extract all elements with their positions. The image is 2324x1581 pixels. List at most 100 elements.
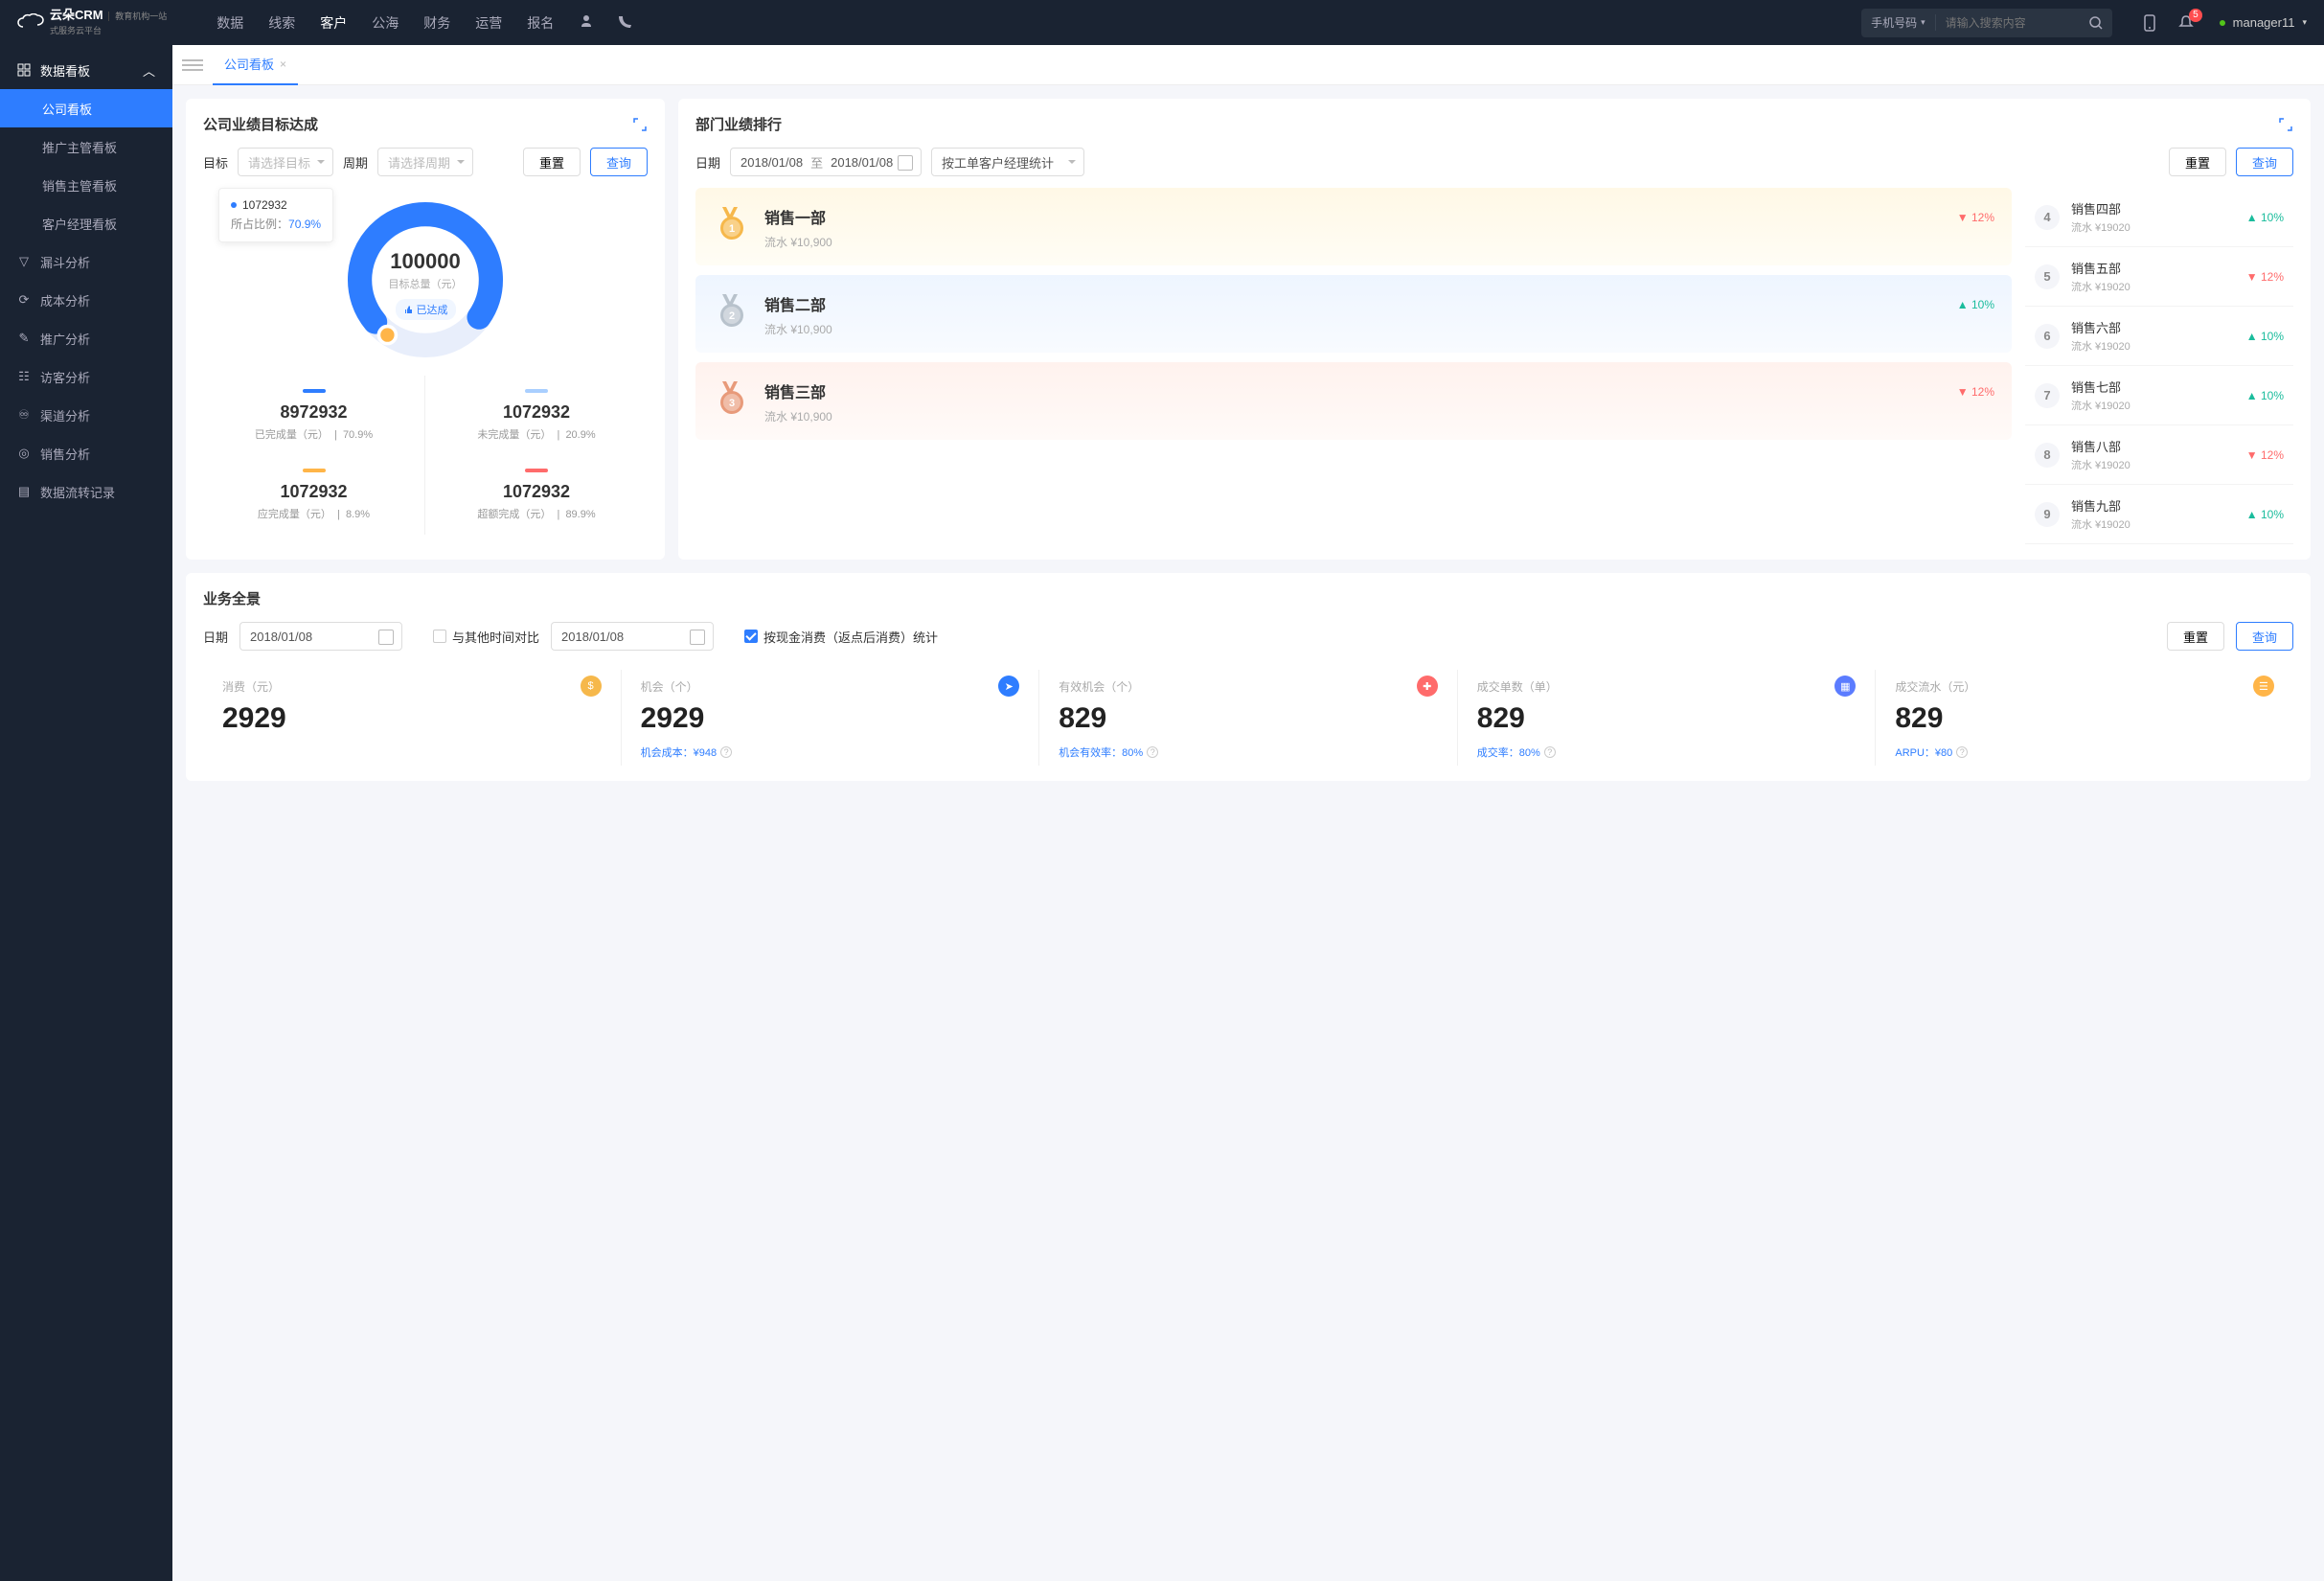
- search-type-select[interactable]: 手机号码▾: [1861, 14, 1936, 31]
- top-nav: 数据 线索 客户 公海 财务 运营 报名: [216, 13, 634, 33]
- help-icon[interactable]: ?: [720, 746, 732, 758]
- sidebar-group-dashboard[interactable]: 数据看板 ︿: [0, 51, 172, 89]
- achieved-tag: 已达成: [396, 299, 456, 320]
- topnav-item[interactable]: 公海: [372, 13, 399, 33]
- help-icon[interactable]: ?: [1956, 746, 1968, 758]
- sidebar-icon: ▤: [17, 485, 31, 498]
- podium-item[interactable]: 2销售二部流水 ¥10,900▲ 10%: [695, 275, 2012, 353]
- metric-item: 有效机会（个）✚829机会有效率：80% ?: [1039, 670, 1458, 766]
- overview-query-button[interactable]: 查询: [2236, 622, 2293, 651]
- overview-reset-button[interactable]: 重置: [2167, 622, 2224, 651]
- sidebar-item[interactable]: ☷访客分析: [0, 357, 172, 396]
- target-select[interactable]: 请选择目标: [238, 148, 333, 176]
- rank-reset-button[interactable]: 重置: [2169, 148, 2226, 176]
- chevron-up-icon: ︿: [143, 61, 155, 80]
- sidebar-item[interactable]: ◎销售分析: [0, 434, 172, 472]
- call-icon[interactable]: [619, 13, 634, 33]
- user-icon[interactable]: [579, 13, 594, 33]
- sidebar-icon: ✎: [17, 332, 31, 345]
- metric-item: 成交单数（单）▦829成交率：80% ?: [1458, 670, 1877, 766]
- user-menu[interactable]: manager11 ▾: [2220, 15, 2307, 30]
- metric-icon: ☰: [2253, 676, 2274, 697]
- goal-card: 公司业绩目标达成 目标 请选择目标 周期 请选择周期 重置 查询: [186, 99, 665, 560]
- goal-stat: 1072932应完成量（元） | 8.9%: [203, 455, 425, 535]
- podium-item[interactable]: 1销售一部流水 ¥10,900▼ 12%: [695, 188, 2012, 265]
- expand-icon[interactable]: [632, 117, 648, 132]
- logo-icon: [17, 13, 44, 33]
- compare-checkbox[interactable]: 与其他时间对比: [433, 628, 539, 646]
- sidebar-item[interactable]: ▤数据流转记录: [0, 472, 172, 511]
- rank-date-range[interactable]: 2018/01/08 至 2018/01/08: [730, 148, 922, 176]
- metric-icon: ▦: [1834, 676, 1856, 697]
- metric-item: 成交流水（元）☰829ARPU：¥80 ?: [1876, 670, 2293, 766]
- topnav-item[interactable]: 运营: [475, 13, 502, 33]
- metric-icon: $: [581, 676, 602, 697]
- thumbs-up-icon: [403, 305, 413, 314]
- topnav-item[interactable]: 客户: [320, 13, 347, 33]
- search-input[interactable]: [1936, 16, 2080, 30]
- metric-item: 机会（个）➤2929机会成本：¥948 ?: [622, 670, 1040, 766]
- phone-icon[interactable]: [2141, 14, 2158, 32]
- dashboard-icon: [17, 63, 31, 77]
- rank-query-button[interactable]: 查询: [2236, 148, 2293, 176]
- sidebar-sub-item[interactable]: 推广主管看板: [0, 127, 172, 166]
- topnav-item[interactable]: 报名: [527, 13, 554, 33]
- notif-badge: 5: [2189, 9, 2202, 22]
- sidebar-item[interactable]: ♾渠道分析: [0, 396, 172, 434]
- donut-tooltip: 1072932 所占比例：70.9%: [218, 188, 333, 242]
- status-dot-icon: [2220, 20, 2225, 26]
- podium-item[interactable]: 3销售三部流水 ¥10,900▼ 12%: [695, 362, 2012, 440]
- stat-mode-checkbox[interactable]: 按现金消费（返点后消费）统计: [744, 628, 938, 646]
- medal-icon: 3: [713, 379, 751, 418]
- expand-icon[interactable]: [2278, 117, 2293, 132]
- topnav-item[interactable]: 数据: [216, 13, 243, 33]
- overview-date1[interactable]: 2018/01/08: [239, 622, 402, 651]
- rank-mode-select[interactable]: 按工单客户经理统计: [931, 148, 1084, 176]
- rank-list-item[interactable]: 5销售五部流水 ¥19020▼ 12%: [2025, 247, 2293, 307]
- svg-text:1: 1: [729, 223, 735, 235]
- svg-text:2: 2: [729, 310, 735, 322]
- rank-title: 部门业绩排行: [695, 114, 782, 134]
- sidebar-item[interactable]: ⟳成本分析: [0, 281, 172, 319]
- help-icon[interactable]: ?: [1147, 746, 1158, 758]
- sidebar-icon: ⟳: [17, 293, 31, 307]
- tab-bar: 公司看板 ×: [172, 45, 2324, 85]
- search-icon: [2088, 15, 2104, 31]
- sidebar: 数据看板 ︿ 公司看板推广主管看板销售主管看板客户经理看板 ▽漏斗分析⟳成本分析…: [0, 45, 172, 1581]
- sidebar-icon: ☷: [17, 370, 31, 383]
- medal-icon: 2: [713, 292, 751, 331]
- sidebar-item[interactable]: ✎推广分析: [0, 319, 172, 357]
- rank-list-item[interactable]: 8销售八部流水 ¥19020▼ 12%: [2025, 425, 2293, 485]
- rank-list-item[interactable]: 4销售四部流水 ¥19020▲ 10%: [2025, 188, 2293, 247]
- metric-item: 消费（元）$2929: [203, 670, 622, 766]
- tab-company-board[interactable]: 公司看板 ×: [213, 45, 298, 85]
- logo[interactable]: 云朵CRM 教育机构一站式服务云平台: [17, 9, 167, 36]
- bell-icon[interactable]: 5: [2177, 14, 2195, 32]
- topnav-item[interactable]: 线索: [268, 13, 295, 33]
- rank-list-item[interactable]: 9销售九部流水 ¥19020▲ 10%: [2025, 485, 2293, 544]
- close-icon[interactable]: ×: [280, 57, 286, 71]
- tab-menu-icon[interactable]: [182, 55, 203, 76]
- sidebar-icon: ♾: [17, 408, 31, 422]
- rank-list-item[interactable]: 6销售六部流水 ¥19020▲ 10%: [2025, 307, 2293, 366]
- sidebar-item[interactable]: ▽漏斗分析: [0, 242, 172, 281]
- rank-list-item[interactable]: 7销售七部流水 ¥19020▲ 10%: [2025, 366, 2293, 425]
- svg-text:3: 3: [729, 398, 735, 409]
- overview-date2[interactable]: 2018/01/08: [551, 622, 714, 651]
- sidebar-sub-item[interactable]: 客户经理看板: [0, 204, 172, 242]
- topnav-item[interactable]: 财务: [423, 13, 450, 33]
- period-select[interactable]: 请选择周期: [377, 148, 473, 176]
- rank-card: 部门业绩排行 日期 2018/01/08 至 2018/01/08 按工单客户经…: [678, 99, 2311, 560]
- goal-reset-button[interactable]: 重置: [523, 148, 581, 176]
- sidebar-icon: ◎: [17, 447, 31, 460]
- medal-icon: 1: [713, 205, 751, 243]
- goal-title: 公司业绩目标达成: [203, 114, 318, 134]
- sidebar-sub-item[interactable]: 销售主管看板: [0, 166, 172, 204]
- goal-query-button[interactable]: 查询: [590, 148, 648, 176]
- help-icon[interactable]: ?: [1544, 746, 1556, 758]
- search-button[interactable]: [2080, 9, 2112, 37]
- sidebar-sub-item[interactable]: 公司看板: [0, 89, 172, 127]
- main: 公司看板 × 公司业绩目标达成 目标 请选择目标: [172, 45, 2324, 1581]
- goal-stat: 1072932未完成量（元） | 20.9%: [425, 376, 648, 455]
- overview-title: 业务全景: [203, 588, 261, 608]
